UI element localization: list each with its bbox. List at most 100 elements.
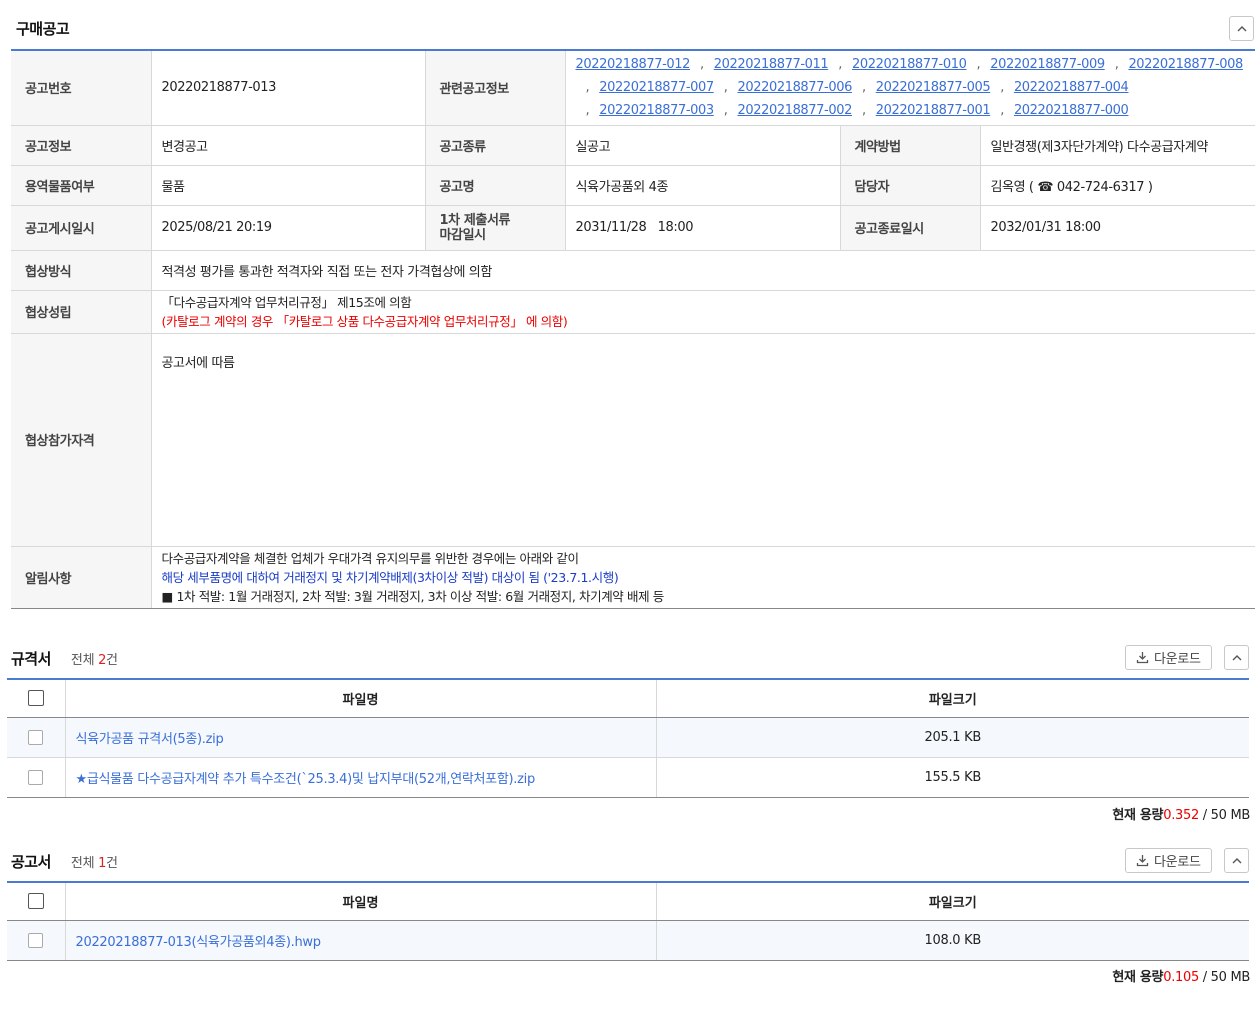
related-link-separator: ,: [723, 103, 728, 119]
file-checkbox[interactable]: [28, 769, 44, 785]
file-checkbox-cell: [7, 757, 66, 798]
spec-count: 전체 2건: [71, 649, 118, 668]
notice-info-value: 변경공고: [151, 125, 426, 166]
notice-kind-value: 실공고: [565, 125, 841, 166]
spec-section-title: 규격서: [11, 650, 51, 668]
notice-alert-line3: ■ 1차 적발: 1월 거래정지, 2차 적발: 3월 거래정지, 3차 이상 …: [161, 588, 665, 604]
qualification-label: 협상참가자격: [11, 333, 152, 547]
related-notice-link[interactable]: 20220218877-002: [737, 103, 852, 118]
related-notice-link[interactable]: 20220218877-001: [876, 103, 991, 118]
nego-established-line2: (카탈로그 계약의 경우 「카탈로그 상품 다수공급자계약 업무처리규정」 에 …: [161, 313, 568, 329]
notice-doc-select-all-checkbox[interactable]: [27, 893, 44, 910]
related-notice-link[interactable]: 20220218877-000: [1014, 103, 1129, 118]
related-link-separator: ,: [1114, 57, 1119, 73]
notice-doc-download-button[interactable]: 다운로드: [1125, 848, 1212, 873]
notice-doc-col-size: 파일크기: [656, 882, 1249, 921]
notice-doc-select-all-cell: [7, 882, 66, 921]
spec-count-prefix: 전체: [70, 653, 99, 668]
notice-doc-capacity-total: / 50 MB: [1198, 970, 1251, 985]
main-section-title: 구매공고: [16, 20, 70, 38]
service-goods-value: 물품: [151, 165, 426, 206]
notice-no-label: 공고번호: [11, 50, 152, 126]
file-checkbox[interactable]: [28, 729, 44, 745]
notice-alert-value: 다수공급자계약을 체결한 업체가 우대가격 유지의무를 위반한 경우에는 아래와…: [151, 546, 1255, 609]
phone-icon: ☎: [1037, 179, 1054, 195]
deadline-value: 2031/11/28 18:00: [565, 205, 841, 251]
service-goods-label: 용역물품여부: [11, 165, 152, 206]
notice-doc-section-title: 공고서: [11, 853, 51, 871]
main-collapse-button[interactable]: [1229, 16, 1254, 41]
related-link-separator: ,: [1000, 103, 1004, 119]
related-notice-link[interactable]: 20220218877-011: [714, 57, 829, 72]
related-notice-label: 관련공고정보: [425, 50, 566, 126]
spec-count-number: 2: [98, 653, 107, 668]
chevron-up-icon: [1232, 654, 1241, 660]
spec-collapse-button[interactable]: [1224, 645, 1249, 670]
notice-doc-col-name: 파일명: [65, 882, 657, 921]
related-notice-link[interactable]: 20220218877-005: [876, 80, 991, 95]
spec-capacity-used: 0.352: [1163, 808, 1199, 823]
related-link-separator: ,: [1000, 80, 1004, 96]
spec-download-button[interactable]: 다운로드: [1125, 645, 1212, 670]
related-link-separator: ,: [861, 103, 866, 119]
deadline-label-line2: 마감일시: [439, 227, 487, 243]
manager-value: 김옥영 ( ☎ 042-724-6317 ): [980, 165, 1255, 206]
chevron-up-icon: [1237, 25, 1246, 31]
related-notice-link[interactable]: 20220218877-006: [737, 80, 852, 95]
nego-established-value: 「다수공급자계약 업무처리규정」 제15조에 의함 (카탈로그 계약의 경우 「…: [151, 290, 1255, 334]
nego-method-value: 적격성 평가를 통과한 적격자와 직접 또는 전자 가격협상에 의함: [151, 250, 1255, 291]
related-notice-link[interactable]: 20220218877-003: [599, 103, 714, 118]
file-checkbox-cell: [7, 717, 66, 758]
manager-name: 김옥영 (: [990, 179, 1034, 195]
spec-select-all-cell: [7, 679, 66, 718]
posted-date-label: 공고게시일시: [11, 205, 152, 251]
table-row: ★급식물품 다수공급자계약 추가 특수조건(`25.3.4)및 납지부대(52개…: [7, 757, 1249, 798]
related-link-separator: ,: [976, 57, 981, 73]
notice-doc-file-table: 파일명 파일크기 20220218877-013(식육가공품외4종).hwp 1…: [7, 881, 1249, 961]
spec-download-label: 다운로드: [1154, 652, 1201, 667]
related-notice-link[interactable]: 20220218877-009: [990, 57, 1105, 72]
file-checkbox[interactable]: [28, 932, 44, 948]
notice-doc-capacity-label: 현재 용량: [1112, 970, 1164, 985]
notice-info-table: 공고번호 20220218877-013 관련공고정보 20220218877-…: [11, 49, 1255, 609]
file-name-link[interactable]: 식육가공품 규격서(5종).zip: [65, 717, 657, 758]
related-notice-link[interactable]: 20220218877-007: [599, 80, 714, 95]
notice-alert-line1: 다수공급자계약을 체결한 업체가 우대가격 유지의무를 위반한 경우에는 아래와…: [161, 550, 579, 566]
chevron-up-icon: [1232, 857, 1241, 863]
related-link-separator: ,: [585, 103, 590, 119]
notice-alert-line2: 해당 세부품명에 대하여 거래정지 및 차기계약배제(3차이상 적발) 대상이 …: [161, 569, 619, 585]
contract-method-label: 계약방법: [840, 125, 981, 166]
manager-phone: 042-724-6317 ): [1053, 179, 1153, 195]
manager-label: 담당자: [840, 165, 981, 206]
download-icon: [1136, 855, 1149, 867]
related-notice-link[interactable]: 20220218877-004: [1014, 80, 1129, 95]
notice-doc-download-label: 다운로드: [1154, 855, 1201, 870]
notice-name-value: 식육가공품외 4종: [565, 165, 841, 206]
file-name-link[interactable]: 20220218877-013(식육가공품외4종).hwp: [65, 920, 657, 961]
spec-select-all-checkbox[interactable]: [27, 690, 44, 707]
table-row: 20220218877-013(식육가공품외4종).hwp 108.0 KB: [7, 920, 1249, 961]
related-notice-link[interactable]: 20220218877-012: [576, 57, 691, 72]
nego-method-label: 협상방식: [11, 250, 152, 291]
end-date-value: 2032/01/31 18:00: [980, 205, 1255, 251]
spec-capacity: 현재 용량0.352 / 50 MB: [1112, 804, 1250, 823]
spec-capacity-total: / 50 MB: [1198, 808, 1251, 823]
related-notice-link[interactable]: 20220218877-008: [1128, 57, 1243, 72]
related-notice-link[interactable]: 20220218877-010: [852, 57, 967, 72]
notice-doc-count-number: 1: [98, 856, 107, 871]
notice-doc-capacity-used: 0.105: [1163, 970, 1199, 985]
notice-doc-collapse-button[interactable]: [1224, 848, 1249, 873]
notice-name-label: 공고명: [425, 165, 566, 206]
spec-col-name: 파일명: [65, 679, 657, 718]
spec-capacity-label: 현재 용량: [1112, 808, 1164, 823]
notice-no-value: 20220218877-013: [151, 50, 426, 126]
notice-alert-label: 알림사항: [11, 546, 152, 609]
related-link-separator: ,: [861, 80, 866, 96]
file-checkbox-cell: [7, 920, 66, 961]
end-date-label: 공고종료일시: [840, 205, 981, 251]
contract-method-value: 일반경쟁(제3자단가계약) 다수공급자계약: [980, 125, 1255, 166]
notice-info-label: 공고정보: [11, 125, 152, 166]
file-name-link[interactable]: ★급식물품 다수공급자계약 추가 특수조건(`25.3.4)및 납지부대(52개…: [65, 757, 657, 798]
deadline-label-line1: 1차 제출서류: [439, 212, 511, 228]
qualification-value: 공고서에 따름: [151, 333, 1255, 547]
